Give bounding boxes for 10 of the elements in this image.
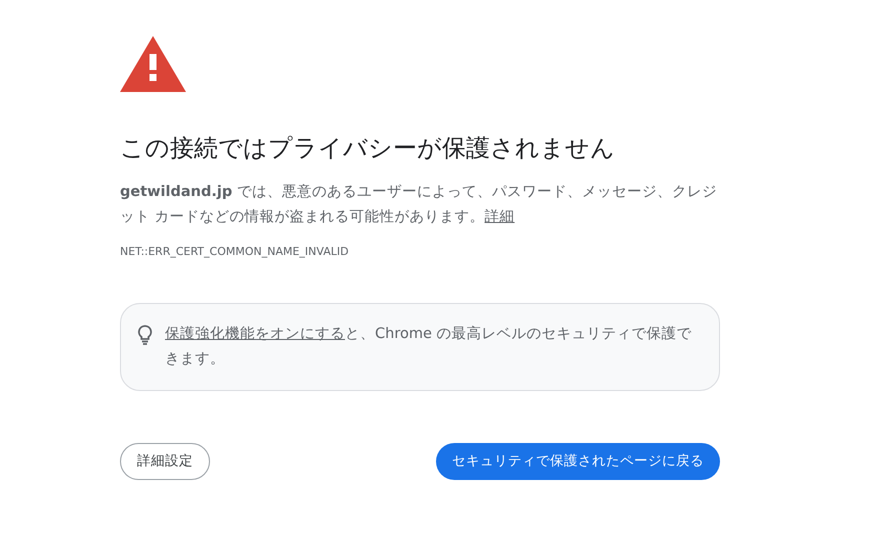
tip-text: 保護強化機能をオンにする と、Chrome の最高レベルのセキュリティで保護できます。: [165, 324, 692, 368]
warning-icon: [120, 36, 186, 92]
page-heading: この接続ではプライバシーが保護されません: [120, 133, 616, 164]
enhanced-protection-link[interactable]: 保護強化機能をオンにする: [165, 326, 345, 342]
advanced-button[interactable]: 詳細設定: [120, 442, 210, 480]
error-code: NET::ERR_CERT_COMMON_NAME_INVALID: [120, 244, 350, 260]
lightbulb-icon: [137, 324, 153, 344]
warning-description: getwildand.jp では、悪意のあるユーザーによって、パスワード、メッセージ、クレジット カードなどの情報が盗まれる可能性があります。詳細: [120, 183, 718, 227]
back-to-safety-button[interactable]: セキュリティで保護されたページに戻る: [436, 442, 720, 480]
details-link[interactable]: 詳細: [484, 209, 515, 225]
